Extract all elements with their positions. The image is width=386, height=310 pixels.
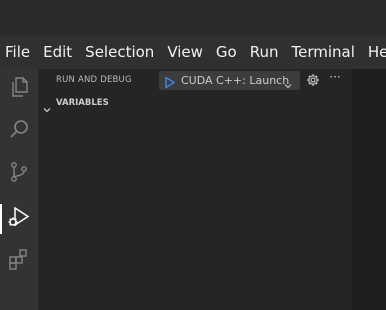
editor-area — [352, 69, 386, 310]
start-debugging-icon[interactable] — [163, 74, 176, 89]
run-debug-icon[interactable] — [7, 205, 31, 229]
menu-run[interactable]: Run — [250, 36, 279, 69]
launch-config-select[interactable]: CUDA C++: Launch — [159, 71, 300, 90]
more-actions-button[interactable]: ··· — [327, 70, 343, 86]
menu-terminal[interactable]: Terminal — [292, 36, 355, 69]
menu-file[interactable]: File — [5, 36, 30, 69]
active-indicator — [0, 204, 2, 234]
chevron-down-icon — [42, 100, 52, 113]
variables-section-header[interactable]: VARIABLES — [38, 96, 352, 114]
title-bar — [0, 0, 386, 36]
variables-title: VARIABLES — [56, 98, 109, 108]
explorer-icon[interactable] — [7, 75, 31, 99]
source-control-icon[interactable] — [7, 160, 31, 184]
menu-go[interactable]: Go — [216, 36, 237, 69]
vscode-window: File Edit Selection View Go Run Terminal… — [0, 0, 386, 310]
menu-selection[interactable]: Selection — [85, 36, 154, 69]
chevron-down-icon — [283, 76, 293, 89]
sidebar-title: RUN AND DEBUG — [56, 75, 132, 85]
gear-icon[interactable] — [306, 72, 320, 86]
menu-bar: File Edit Selection View Go Run Terminal… — [0, 36, 386, 69]
activity-bar — [0, 69, 38, 310]
sidebar-header: RUN AND DEBUG CUDA C++: Launch ··· — [38, 69, 352, 92]
menu-edit[interactable]: Edit — [43, 36, 72, 69]
extensions-icon[interactable] — [7, 247, 31, 271]
menu-help[interactable]: Help — [368, 36, 386, 69]
run-debug-sidebar: RUN AND DEBUG CUDA C++: Launch ··· VARIA… — [38, 69, 352, 310]
search-icon[interactable] — [7, 117, 31, 141]
launch-config-label: CUDA C++: Launch — [181, 74, 290, 87]
menu-view[interactable]: View — [167, 36, 203, 69]
